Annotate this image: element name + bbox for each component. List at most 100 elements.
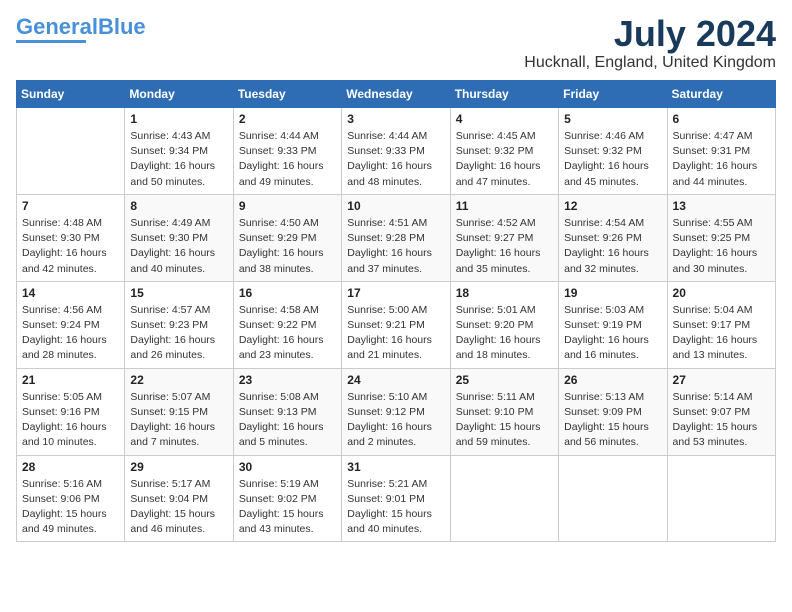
calendar-cell: 20Sunrise: 5:04 AM Sunset: 9:17 PM Dayli… [667,281,775,368]
day-content: Sunrise: 5:03 AM Sunset: 9:19 PM Dayligh… [564,303,661,364]
week-row-5: 28 Sunrise: 5:16 AM Sunset: 9:06 PM Dayli… [17,455,776,542]
calendar-cell: 2 Sunrise: 4:44 AM Sunset: 9:33 PM Daylig… [233,108,341,195]
header-tuesday: Tuesday [233,81,341,108]
calendar-cell: 15 Sunrise: 4:57 AM Sunset: 9:23 PM Dayli… [125,281,233,368]
day-content: Sunrise: 5:14 AM Sunset: 9:07 PM Dayligh… [673,390,770,451]
calendar-cell: 3Sunrise: 4:44 AM Sunset: 9:33 PM Daylig… [342,108,450,195]
day-number: 24 [347,373,444,387]
header-sunday: Sunday [17,81,125,108]
calendar-cell: 19 Sunrise: 5:03 AM Sunset: 9:19 PM Dayli… [559,281,667,368]
day-content: Sunrise: 4:56 AM Sunset: 9:24 PM Dayligh… [22,303,119,364]
calendar-cell: 31Sunrise: 5:21 AM Sunset: 9:01 PM Dayli… [342,455,450,542]
page-header: GeneralBlue July 2024 Hucknall, England,… [16,16,776,72]
day-number: 20 [673,286,770,300]
calendar-cell: 8 Sunrise: 4:49 AM Sunset: 9:30 PM Daylig… [125,194,233,281]
day-content: Sunrise: 4:45 AM Sunset: 9:32 PM Dayligh… [456,129,553,190]
week-row-4: 21Sunrise: 5:05 AM Sunset: 9:16 PM Dayli… [17,368,776,455]
day-content: Sunrise: 5:17 AM Sunset: 9:04 PM Dayligh… [130,477,227,538]
day-number: 5 [564,112,661,126]
day-number: 14 [22,286,119,300]
calendar-cell: 5 Sunrise: 4:46 AM Sunset: 9:32 PM Daylig… [559,108,667,195]
day-number: 7 [22,199,119,213]
day-content: Sunrise: 5:19 AM Sunset: 9:02 PM Dayligh… [239,477,336,538]
calendar-cell: 7 Sunrise: 4:48 AM Sunset: 9:30 PM Daylig… [17,194,125,281]
logo-blue: Blue [98,14,146,39]
month-title: July 2024 [524,16,776,52]
day-content: Sunrise: 4:54 AM Sunset: 9:26 PM Dayligh… [564,216,661,277]
calendar-cell [450,455,558,542]
day-number: 8 [130,199,227,213]
day-content: Sunrise: 4:51 AM Sunset: 9:28 PM Dayligh… [347,216,444,277]
day-number: 2 [239,112,336,126]
header-saturday: Saturday [667,81,775,108]
day-number: 1 [130,112,227,126]
day-content: Sunrise: 4:52 AM Sunset: 9:27 PM Dayligh… [456,216,553,277]
calendar-cell: 4 Sunrise: 4:45 AM Sunset: 9:32 PM Daylig… [450,108,558,195]
calendar-cell: 14 Sunrise: 4:56 AM Sunset: 9:24 PM Dayli… [17,281,125,368]
calendar-cell: 12 Sunrise: 4:54 AM Sunset: 9:26 PM Dayli… [559,194,667,281]
calendar-cell: 10Sunrise: 4:51 AM Sunset: 9:28 PM Dayli… [342,194,450,281]
day-number: 25 [456,373,553,387]
day-content: Sunrise: 4:49 AM Sunset: 9:30 PM Dayligh… [130,216,227,277]
day-number: 28 [22,460,119,474]
day-number: 4 [456,112,553,126]
title-area: July 2024 Hucknall, England, United King… [524,16,776,72]
calendar-cell [17,108,125,195]
day-content: Sunrise: 5:07 AM Sunset: 9:15 PM Dayligh… [130,390,227,451]
calendar-cell: 6 Sunrise: 4:47 AM Sunset: 9:31 PM Daylig… [667,108,775,195]
logo-text: GeneralBlue [16,16,146,38]
calendar-cell: 21Sunrise: 5:05 AM Sunset: 9:16 PM Dayli… [17,368,125,455]
location: Hucknall, England, United Kingdom [524,54,776,72]
calendar-cell: 24Sunrise: 5:10 AM Sunset: 9:12 PM Dayli… [342,368,450,455]
calendar-table: SundayMondayTuesdayWednesdayThursdayFrid… [16,80,776,542]
logo: GeneralBlue [16,16,146,43]
day-number: 15 [130,286,227,300]
day-number: 22 [130,373,227,387]
week-row-1: 1 Sunrise: 4:43 AM Sunset: 9:34 PM Daylig… [17,108,776,195]
day-content: Sunrise: 4:43 AM Sunset: 9:34 PM Dayligh… [130,129,227,190]
day-content: Sunrise: 4:50 AM Sunset: 9:29 PM Dayligh… [239,216,336,277]
day-number: 9 [239,199,336,213]
header-friday: Friday [559,81,667,108]
week-row-3: 14 Sunrise: 4:56 AM Sunset: 9:24 PM Dayli… [17,281,776,368]
day-number: 6 [673,112,770,126]
week-row-2: 7 Sunrise: 4:48 AM Sunset: 9:30 PM Daylig… [17,194,776,281]
day-content: Sunrise: 4:46 AM Sunset: 9:32 PM Dayligh… [564,129,661,190]
header-wednesday: Wednesday [342,81,450,108]
day-content: Sunrise: 4:44 AM Sunset: 9:33 PM Dayligh… [239,129,336,190]
calendar-cell: 29 Sunrise: 5:17 AM Sunset: 9:04 PM Dayli… [125,455,233,542]
day-content: Sunrise: 4:58 AM Sunset: 9:22 PM Dayligh… [239,303,336,364]
day-number: 19 [564,286,661,300]
calendar-cell [667,455,775,542]
day-number: 11 [456,199,553,213]
day-number: 12 [564,199,661,213]
calendar-cell: 9 Sunrise: 4:50 AM Sunset: 9:29 PM Daylig… [233,194,341,281]
calendar-cell: 1 Sunrise: 4:43 AM Sunset: 9:34 PM Daylig… [125,108,233,195]
day-number: 29 [130,460,227,474]
day-content: Sunrise: 5:16 AM Sunset: 9:06 PM Dayligh… [22,477,119,538]
day-content: Sunrise: 4:44 AM Sunset: 9:33 PM Dayligh… [347,129,444,190]
calendar-cell: 11 Sunrise: 4:52 AM Sunset: 9:27 PM Dayli… [450,194,558,281]
day-number: 21 [22,373,119,387]
header-row: SundayMondayTuesdayWednesdayThursdayFrid… [17,81,776,108]
day-number: 17 [347,286,444,300]
day-content: Sunrise: 5:00 AM Sunset: 9:21 PM Dayligh… [347,303,444,364]
calendar-cell: 18Sunrise: 5:01 AM Sunset: 9:20 PM Dayli… [450,281,558,368]
day-number: 18 [456,286,553,300]
calendar-cell: 28 Sunrise: 5:16 AM Sunset: 9:06 PM Dayli… [17,455,125,542]
day-number: 27 [673,373,770,387]
header-monday: Monday [125,81,233,108]
logo-underline [16,40,86,43]
day-content: Sunrise: 4:48 AM Sunset: 9:30 PM Dayligh… [22,216,119,277]
day-number: 31 [347,460,444,474]
day-content: Sunrise: 5:11 AM Sunset: 9:10 PM Dayligh… [456,390,553,451]
calendar-cell: 27 Sunrise: 5:14 AM Sunset: 9:07 PM Dayli… [667,368,775,455]
calendar-cell: 23Sunrise: 5:08 AM Sunset: 9:13 PM Dayli… [233,368,341,455]
header-thursday: Thursday [450,81,558,108]
day-content: Sunrise: 4:47 AM Sunset: 9:31 PM Dayligh… [673,129,770,190]
calendar-cell: 16Sunrise: 4:58 AM Sunset: 9:22 PM Dayli… [233,281,341,368]
day-content: Sunrise: 5:08 AM Sunset: 9:13 PM Dayligh… [239,390,336,451]
calendar-cell: 25 Sunrise: 5:11 AM Sunset: 9:10 PM Dayli… [450,368,558,455]
day-content: Sunrise: 4:55 AM Sunset: 9:25 PM Dayligh… [673,216,770,277]
day-content: Sunrise: 4:57 AM Sunset: 9:23 PM Dayligh… [130,303,227,364]
